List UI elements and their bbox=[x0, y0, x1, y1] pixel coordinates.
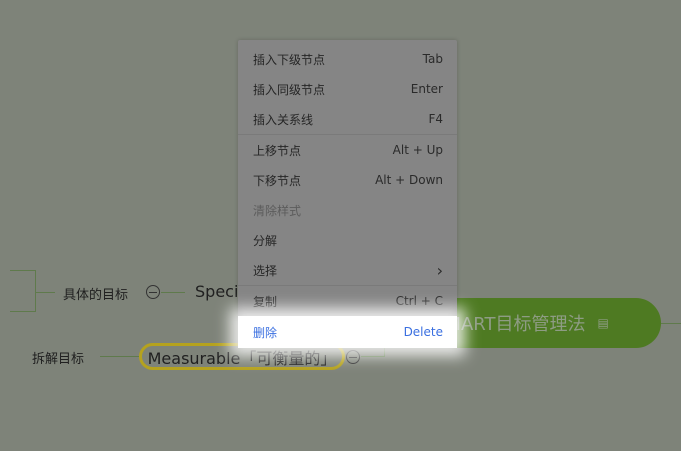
connector bbox=[35, 292, 55, 293]
connector bbox=[361, 356, 385, 357]
menu-item-select[interactable]: 选择 › bbox=[238, 255, 457, 285]
connector bbox=[10, 311, 35, 312]
node-specific[interactable]: Speci bbox=[195, 282, 238, 301]
menu-label: 插入关系线 bbox=[253, 112, 314, 127]
menu-label: 删除 bbox=[253, 325, 278, 340]
menu-item-insert-sibling[interactable]: 插入同级节点 Enter bbox=[238, 74, 457, 104]
menu-item-move-up[interactable]: 上移节点 Alt + Up bbox=[238, 135, 457, 165]
connector bbox=[161, 292, 185, 293]
menu-label: 下移节点 bbox=[253, 173, 302, 188]
menu-shortcut: Alt + Up bbox=[392, 143, 443, 157]
menu-item-copy[interactable]: 复制 Ctrl + C bbox=[238, 286, 457, 316]
menu-label: 插入同级节点 bbox=[253, 82, 326, 97]
connector bbox=[100, 356, 140, 357]
context-menu: 插入下级节点 Tab 插入同级节点 Enter 插入关系线 F4 上移节点 Alt + … bbox=[238, 40, 457, 348]
node-breakdown-goal[interactable]: 拆解目标 bbox=[32, 348, 84, 367]
menu-shortcut: Delete bbox=[403, 325, 443, 339]
node-label: Measurable「可衡量的」 bbox=[147, 348, 337, 368]
menu-label: 上移节点 bbox=[253, 143, 302, 158]
collapse-icon[interactable] bbox=[146, 285, 160, 299]
menu-shortcut: Enter bbox=[410, 82, 443, 96]
menu-item-clear-style: 清除样式 bbox=[238, 195, 457, 225]
menu-item-insert-child[interactable]: 插入下级节点 Tab bbox=[238, 44, 457, 74]
menu-label: 分解 bbox=[253, 233, 278, 248]
menu-label: 复制 bbox=[253, 294, 278, 309]
collapse-icon[interactable] bbox=[346, 350, 360, 364]
menu-shortcut: Alt + Down bbox=[375, 173, 443, 187]
chevron-right-icon: › bbox=[436, 260, 443, 280]
menu-label: 清除样式 bbox=[253, 203, 302, 218]
menu-label: 选择 bbox=[253, 263, 278, 278]
menu-shortcut: F4 bbox=[428, 112, 443, 126]
connector bbox=[10, 270, 35, 271]
menu-item-move-down[interactable]: 下移节点 Alt + Down bbox=[238, 165, 457, 195]
node-specific-goal[interactable]: 具体的目标 bbox=[63, 284, 128, 303]
connector bbox=[35, 270, 36, 312]
menu-label: 插入下级节点 bbox=[253, 52, 326, 67]
menu-item-split[interactable]: 分解 bbox=[238, 225, 457, 255]
note-icon[interactable]: ▤ bbox=[597, 316, 608, 330]
connector bbox=[661, 323, 681, 324]
menu-item-delete[interactable]: 删除 Delete bbox=[238, 316, 457, 348]
menu-shortcut: Tab bbox=[422, 52, 443, 66]
menu-shortcut: Ctrl + C bbox=[395, 294, 443, 308]
menu-item-insert-relation[interactable]: 插入关系线 F4 bbox=[238, 104, 457, 134]
